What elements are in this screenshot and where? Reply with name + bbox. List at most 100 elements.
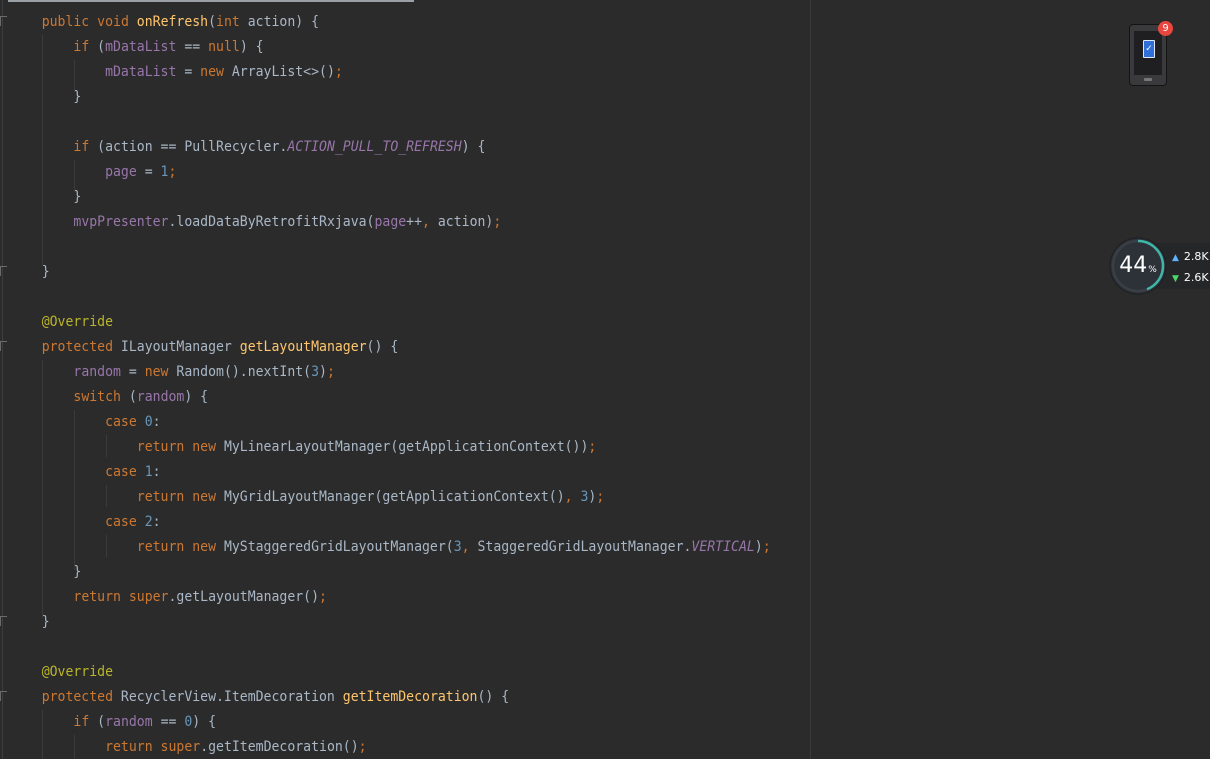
- code-token: mDataList: [105, 64, 185, 80]
- code-line[interactable]: protected RecyclerView.ItemDecoration ge…: [10, 685, 509, 710]
- code-token: ) {: [184, 389, 209, 405]
- code-token: random: [105, 714, 161, 730]
- code-line[interactable]: protected ILayoutManager getLayoutManage…: [10, 335, 399, 360]
- phone-home-button: [1144, 78, 1152, 81]
- code-token: @Override: [41, 314, 114, 330]
- code-token: .getItemDecoration(): [200, 739, 359, 755]
- code-line[interactable]: @Override: [10, 660, 113, 685]
- code-token: (: [97, 39, 106, 55]
- code-token: MyGridLayoutManager(getApplicationContex…: [223, 489, 565, 505]
- code-token: if: [73, 39, 98, 55]
- indent-guide: [106, 485, 107, 507]
- code-token: ;: [493, 214, 502, 230]
- code-token: ArrayList<>(): [231, 64, 335, 80]
- code-editor[interactable]: public void onRefresh(int action) { if (…: [0, 0, 1210, 759]
- code-token: VERTICAL: [691, 539, 755, 555]
- fold-marker-icon[interactable]: [0, 16, 8, 26]
- fold-marker-icon[interactable]: [0, 341, 8, 351]
- code-token: }: [41, 264, 50, 280]
- code-line[interactable]: mvpPresenter.loadDataByRetrofitRxjava(pa…: [10, 210, 501, 235]
- indent-guide: [42, 710, 43, 759]
- code-token: ,: [461, 539, 478, 555]
- code-token: ) {: [239, 39, 264, 55]
- code-token: null: [208, 39, 240, 55]
- code-token: ;: [334, 64, 343, 80]
- code-line[interactable]: case 0:: [10, 410, 161, 435]
- code-token: return: [136, 489, 193, 505]
- indent-guide: [74, 160, 75, 192]
- code-token: MyStaggeredGridLayoutManager(: [223, 539, 454, 555]
- code-line[interactable]: @Override: [10, 310, 113, 335]
- code-token: ,: [422, 214, 438, 230]
- code-token: ==: [184, 39, 209, 55]
- code-token: Random().nextInt(: [176, 364, 312, 380]
- code-token: :: [152, 414, 161, 430]
- code-token: ACTION_PULL_TO_REFRESH: [287, 139, 462, 155]
- gutter-border: [2, 0, 3, 759]
- code-token: (action == PullRecycler.: [97, 139, 288, 155]
- code-token: (: [208, 14, 217, 30]
- indent-guide: [42, 35, 43, 265]
- code-token: void: [97, 14, 137, 30]
- code-token: (: [128, 389, 137, 405]
- code-line[interactable]: if (mDataList == null) {: [10, 35, 264, 60]
- code-token: super: [128, 589, 169, 605]
- fold-marker-icon[interactable]: [0, 691, 8, 701]
- code-line[interactable]: case 1:: [10, 460, 160, 485]
- code-token: if: [73, 714, 98, 730]
- memory-percent: 44%: [1108, 254, 1168, 282]
- code-line[interactable]: return new MyLinearLayoutManager(getAppl…: [10, 435, 597, 460]
- code-token: ;: [596, 489, 605, 505]
- code-line[interactable]: return new MyStaggeredGridLayoutManager(…: [10, 535, 771, 560]
- code-token: 1: [160, 164, 169, 180]
- fold-marker-icon[interactable]: [0, 616, 8, 626]
- code-line[interactable]: }: [10, 560, 81, 585]
- indent-guide: [106, 535, 107, 557]
- code-token: .loadDataByRetrofitRxjava(: [168, 214, 375, 230]
- code-token: =: [184, 64, 201, 80]
- code-line[interactable]: if (action == PullRecycler.ACTION_PULL_T…: [10, 135, 485, 160]
- code-line[interactable]: }: [10, 610, 50, 635]
- code-line[interactable]: if (random == 0) {: [10, 710, 216, 735]
- code-line[interactable]: random = new Random().nextInt(3);: [10, 360, 335, 385]
- fold-marker-icon[interactable]: [0, 266, 8, 276]
- code-line[interactable]: }: [10, 85, 81, 110]
- code-line[interactable]: mDataList = new ArrayList<>();: [10, 60, 343, 85]
- code-line[interactable]: return super.getItemDecoration();: [10, 735, 366, 759]
- code-line[interactable]: page = 1;: [10, 160, 176, 185]
- code-token: RecyclerView.ItemDecoration: [120, 689, 343, 705]
- code-token: case: [105, 514, 145, 530]
- code-line[interactable]: }: [10, 260, 50, 285]
- indent-guide: [74, 735, 75, 759]
- memory-percent-unit: %: [1148, 265, 1157, 275]
- memory-usage-widget[interactable]: 44%: [1108, 236, 1168, 296]
- right-margin-guide: [810, 0, 811, 759]
- code-token: ) {: [461, 139, 486, 155]
- code-token: ): [754, 539, 763, 555]
- code-line[interactable]: return super.getLayoutManager();: [10, 585, 327, 610]
- code-line[interactable]: public void onRefresh(int action) {: [10, 10, 319, 35]
- phone-monitor-widget[interactable]: ✓ 9: [1128, 21, 1173, 86]
- upload-speed-value: 2.8K: [1183, 250, 1209, 263]
- code-token: new: [192, 539, 224, 555]
- code-line[interactable]: }: [10, 185, 81, 210]
- code-token: 1: [144, 464, 153, 480]
- code-token: action) {: [247, 14, 320, 30]
- code-token: ;: [168, 164, 177, 180]
- code-token: MyLinearLayoutManager(getApplicationCont…: [223, 439, 589, 455]
- memory-percent-value: 44: [1119, 253, 1148, 278]
- code-token: ;: [762, 539, 771, 555]
- download-speed-value: 2.6K: [1183, 271, 1209, 284]
- code-line[interactable]: switch (random) {: [10, 385, 208, 410]
- code-line[interactable]: return new MyGridLayoutManager(getApplic…: [10, 485, 605, 510]
- code-token: return: [105, 739, 161, 755]
- code-token: .getLayoutManager(): [168, 589, 320, 605]
- code-token: () {: [366, 339, 399, 355]
- code-line[interactable]: case 2:: [10, 510, 160, 535]
